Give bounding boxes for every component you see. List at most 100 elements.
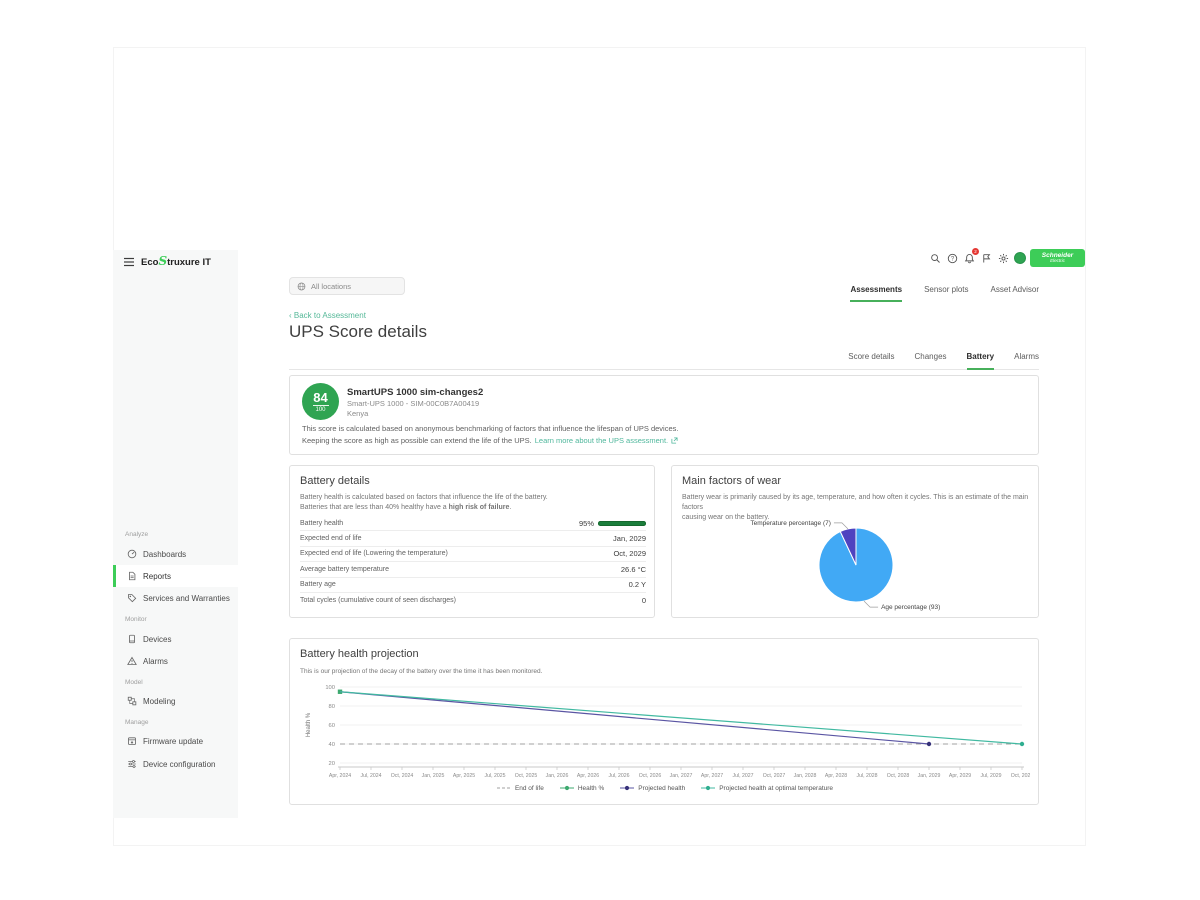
series-Projected health at optimal temperature (340, 692, 1022, 744)
score-description-1: This score is calculated based on anonym… (302, 424, 678, 433)
wear-factors-card: Main factors of wear Battery wear is pri… (671, 465, 1039, 618)
brand-prefix: Eco (141, 257, 158, 268)
svg-text:Jul, 2028: Jul, 2028 (856, 773, 877, 779)
sidebar-item-device-configuration[interactable]: Device configuration (113, 753, 238, 775)
svg-text:Health %: Health % (306, 712, 312, 737)
svg-text:Jan, 2029: Jan, 2029 (918, 773, 941, 779)
row-value: Oct, 2029 (613, 549, 646, 558)
svg-text:Oct, 2027: Oct, 2027 (763, 773, 786, 779)
menu-icon[interactable] (123, 257, 135, 267)
tab-asset-advisor[interactable]: Asset Advisor (991, 285, 1039, 302)
tab-alarms[interactable]: Alarms (1014, 352, 1039, 369)
pie-label-temperature: Temperature percentage (7) (750, 520, 831, 527)
tab-assessments[interactable]: Assessments (850, 285, 902, 302)
sidebar-section-model: Model (125, 679, 143, 686)
sidebar-item-label: Firmware update (143, 737, 203, 746)
tab-score-details[interactable]: Score details (848, 352, 894, 369)
legend-item[interactable]: Health % (560, 784, 604, 792)
schneider-logo-line2: Electric (1050, 259, 1065, 264)
series-Projected health (340, 692, 929, 744)
svg-text:Jan, 2027: Jan, 2027 (670, 773, 693, 779)
sidebar-item-firmware-update[interactable]: Firmware update (113, 730, 238, 752)
svg-text:Apr, 2027: Apr, 2027 (701, 773, 723, 779)
score-max: 100 (315, 407, 325, 413)
feedback-icon[interactable] (980, 252, 993, 265)
svg-text:Apr, 2024: Apr, 2024 (329, 773, 351, 779)
brand: EcoStruxure IT (123, 256, 211, 268)
score-card: 84 100 SmartUPS 1000 sim-changes2 Smart-… (289, 375, 1039, 455)
row-label: Average battery temperature (300, 566, 389, 573)
brand-suffix: truxure IT (167, 257, 211, 268)
sidebar-item-label: Device configuration (143, 760, 215, 769)
svg-text:Jan, 2026: Jan, 2026 (546, 773, 569, 779)
tab-battery[interactable]: Battery (967, 352, 995, 370)
pie-label-age: Age percentage (93) (881, 604, 940, 611)
wear-pie-chart[interactable]: Temperature percentage (7) Age percentage… (672, 512, 1040, 617)
row-label: Battery health (300, 520, 343, 527)
score-divider (313, 405, 329, 406)
sidebar-item-devices[interactable]: Devices (113, 628, 238, 650)
back-link[interactable]: ‹ Back to Assessment (289, 311, 366, 320)
secondary-tabs: Score details Changes Battery Alarms (289, 352, 1039, 370)
battery-desc-line2-suffix: . (509, 504, 511, 511)
sidebar-item-dashboards[interactable]: Dashboards (113, 543, 238, 565)
brand-logo[interactable]: EcoStruxure IT (141, 256, 211, 268)
svg-text:Jul, 2026: Jul, 2026 (608, 773, 629, 779)
svg-text:Oct, 2026: Oct, 2026 (639, 773, 662, 779)
svg-text:100: 100 (325, 685, 335, 691)
topbar: ? 2 Schneider Electric (929, 248, 1085, 268)
services-icon (127, 593, 137, 603)
schneider-electric-logo[interactable]: Schneider Electric (1030, 249, 1085, 267)
tab-changes[interactable]: Changes (915, 352, 947, 369)
modeling-icon (127, 696, 137, 706)
user-avatar[interactable] (1014, 252, 1026, 264)
legend-marker-icon (497, 784, 511, 792)
row-label: Battery age (300, 581, 336, 588)
help-icon[interactable]: ? (946, 252, 959, 265)
legend-item[interactable]: Projected health (620, 784, 685, 792)
sidebar-item-label: Services and Warranties (143, 594, 230, 603)
svg-text:60: 60 (329, 723, 335, 729)
alarm-icon (127, 656, 137, 666)
row-value: 0.2 Y (629, 580, 646, 589)
table-row: Average battery temperature 26.6 °C (300, 562, 646, 577)
sidebar-item-label: Alarms (143, 657, 168, 666)
table-row: Battery age 0.2 Y (300, 578, 646, 593)
svg-text:Oct, 2029: Oct, 2029 (1011, 773, 1030, 779)
settings-icon[interactable] (997, 252, 1010, 265)
sidebar-item-alarms[interactable]: Alarms (113, 650, 238, 672)
score-description-2: Keeping the score as high as possible ca… (302, 436, 678, 445)
sidebar-section-monitor: Monitor (125, 616, 147, 623)
device-name: SmartUPS 1000 sim-changes2 (347, 387, 483, 398)
table-row: Total cycles (cumulative count of seen d… (300, 593, 646, 608)
legend-marker-icon (620, 784, 634, 792)
legend-item[interactable]: End of life (497, 784, 544, 792)
notifications-icon[interactable]: 2 (963, 252, 976, 265)
sidebar: EcoStruxure IT Analyze Dashboards Report… (113, 250, 238, 818)
battery-details-table: Battery health 95% Expected end of life … (300, 516, 646, 608)
search-icon[interactable] (929, 252, 942, 265)
score-badge: 84 100 (302, 383, 339, 420)
tab-sensor-plots[interactable]: Sensor plots (924, 285, 968, 302)
svg-text:20: 20 (329, 761, 335, 767)
primary-tabs: Assessments Sensor plots Asset Advisor (0, 285, 1039, 302)
sidebar-item-reports[interactable]: Reports (113, 565, 238, 587)
legend-item[interactable]: Projected health at optimal temperature (701, 784, 833, 792)
sidebar-item-label: Reports (143, 572, 171, 581)
sidebar-item-services-and-warranties[interactable]: Services and Warranties (113, 587, 238, 609)
report-icon (127, 571, 137, 581)
table-row: Expected end of life Jan, 2029 (300, 531, 646, 546)
learn-more-link[interactable]: Learn more about the UPS assessment. (535, 436, 668, 445)
row-label: Expected end of life (Lowering the tempe… (300, 550, 448, 557)
row-value: 95% (579, 519, 646, 528)
legend-label: Health % (578, 785, 604, 792)
sidebar-item-label: Devices (143, 635, 171, 644)
svg-text:?: ? (951, 256, 955, 262)
device-location: Kenya (347, 409, 368, 418)
sidebar-item-modeling[interactable]: Modeling (113, 690, 238, 712)
projection-card: Battery health projection This is our pr… (289, 638, 1039, 805)
svg-text:Apr, 2028: Apr, 2028 (825, 773, 847, 779)
row-value: Jan, 2029 (613, 534, 646, 543)
legend-marker-icon (701, 784, 715, 792)
projection-line-chart[interactable]: 20406080100Apr, 2024Jul, 2024Oct, 2024Ja… (300, 679, 1030, 781)
